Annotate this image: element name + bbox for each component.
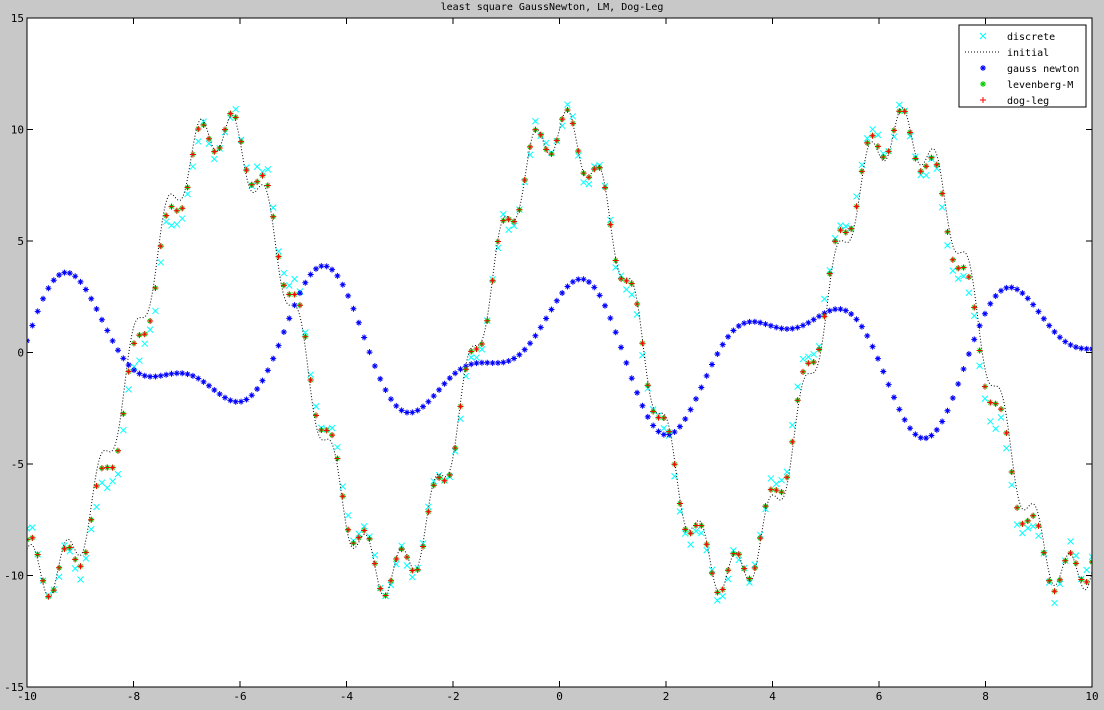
x-tick-label: -6 xyxy=(233,690,246,703)
x-tick-label: 10 xyxy=(1085,690,1098,703)
legend-label: initial xyxy=(1007,48,1049,59)
x-tick-label: 0 xyxy=(556,690,563,703)
y-tick-label: 5 xyxy=(17,235,24,248)
y-tick-label: 0 xyxy=(17,347,24,360)
x-tick-label: 6 xyxy=(876,690,883,703)
y-tick-label: 10 xyxy=(11,124,24,137)
x-tick-label: -2 xyxy=(446,690,459,703)
plot-area: -10 -8 -6 -4 -2 0 2 4 6 8 10-15-10-5051015 discret… xyxy=(4,12,1099,703)
y-tick-label: 15 xyxy=(11,12,24,25)
legend: discrete initial gauss newton levenberg-M do… xyxy=(958,24,1087,108)
y-tick-label: -5 xyxy=(11,458,24,471)
legend-label: levenberg-M xyxy=(1007,80,1073,91)
x-tick-label: 2 xyxy=(663,690,670,703)
legend-label: dog-leg xyxy=(1007,96,1049,107)
y-tick-label: -15 xyxy=(4,681,24,694)
legend-label: gauss newton xyxy=(1007,64,1079,75)
y-tick-label: -10 xyxy=(4,570,24,583)
axes-background xyxy=(27,18,1092,687)
x-tick-label: 8 xyxy=(982,690,989,703)
x-tick-label: -4 xyxy=(340,690,354,703)
x-tick-label: 4 xyxy=(769,690,776,703)
x-tick-label: -8 xyxy=(127,690,140,703)
legend-label: discrete xyxy=(1007,32,1055,43)
